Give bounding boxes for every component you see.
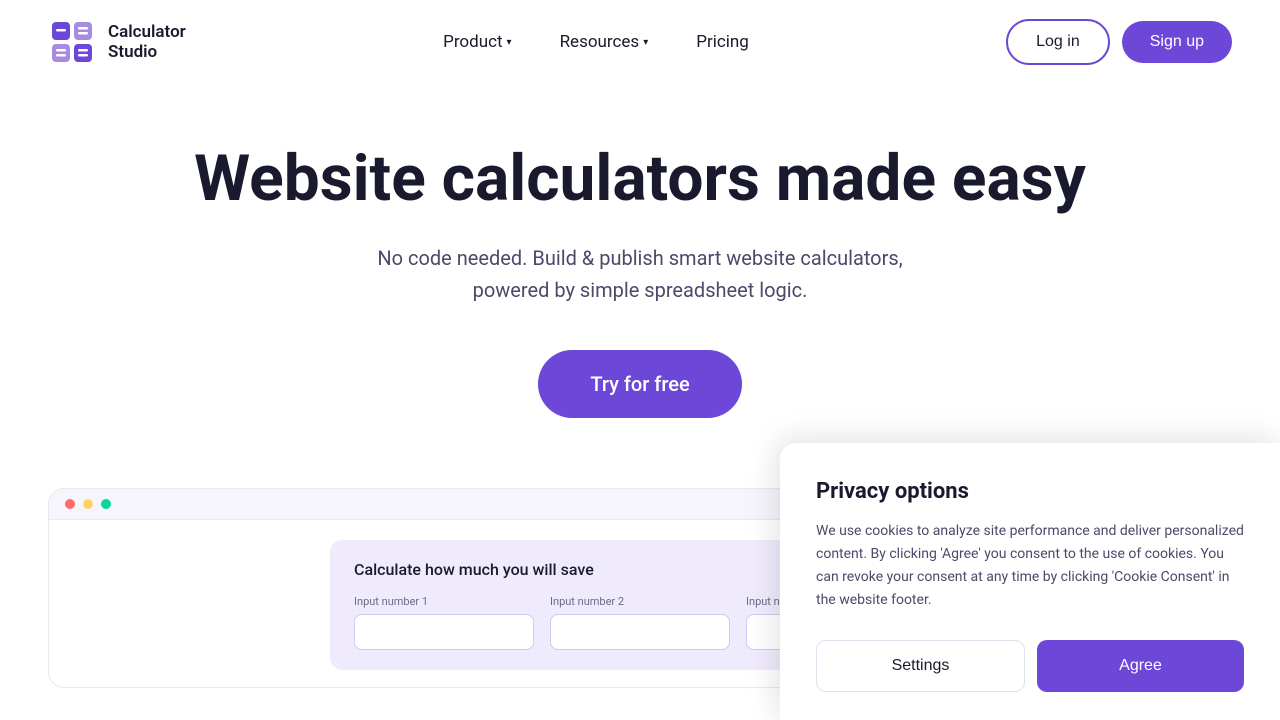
browser-dot-red xyxy=(65,499,75,509)
settings-button[interactable]: Settings xyxy=(816,640,1025,692)
browser-dot-green xyxy=(101,499,111,509)
nav-actions: Log in Sign up xyxy=(1006,19,1232,65)
resources-chevron-icon: ▾ xyxy=(643,37,648,48)
input-group-1: Input number 1 xyxy=(354,595,534,650)
agree-button[interactable]: Agree xyxy=(1037,640,1244,692)
input-box-2 xyxy=(550,614,730,650)
hero-section: Website calculators made easy No code ne… xyxy=(0,84,1280,458)
try-for-free-button[interactable]: Try for free xyxy=(538,350,741,418)
logo-text: Calculator Studio xyxy=(108,22,186,63)
logo-link[interactable]: Calculator Studio xyxy=(48,18,186,66)
hero-title: Website calculators made easy xyxy=(190,144,1090,214)
nav-resources[interactable]: Resources ▾ xyxy=(540,22,669,62)
login-button[interactable]: Log in xyxy=(1006,19,1110,65)
logo-icon xyxy=(48,18,96,66)
product-chevron-icon: ▾ xyxy=(507,37,512,48)
signup-button[interactable]: Sign up xyxy=(1122,21,1232,63)
input-box-1 xyxy=(354,614,534,650)
nav-product[interactable]: Product ▾ xyxy=(423,22,531,62)
input-label-2: Input number 2 xyxy=(550,595,730,608)
input-group-2: Input number 2 xyxy=(550,595,730,650)
hero-subtitle: No code needed. Build & publish smart we… xyxy=(350,242,930,306)
nav-pricing[interactable]: Pricing xyxy=(676,22,769,62)
input-label-1: Input number 1 xyxy=(354,595,534,608)
navbar: Calculator Studio Product ▾ Resources ▾ … xyxy=(0,0,1280,84)
browser-dot-yellow xyxy=(83,499,93,509)
nav-links: Product ▾ Resources ▾ Pricing xyxy=(423,22,769,62)
privacy-actions: Settings Agree xyxy=(816,640,1244,692)
privacy-body: We use cookies to analyze site performan… xyxy=(816,520,1244,612)
privacy-title: Privacy options xyxy=(816,479,1244,504)
nav-resources-label: Resources xyxy=(560,32,640,52)
nav-product-label: Product xyxy=(443,32,502,52)
privacy-modal: Privacy options We use cookies to analyz… xyxy=(780,443,1280,720)
nav-pricing-label: Pricing xyxy=(696,32,749,52)
